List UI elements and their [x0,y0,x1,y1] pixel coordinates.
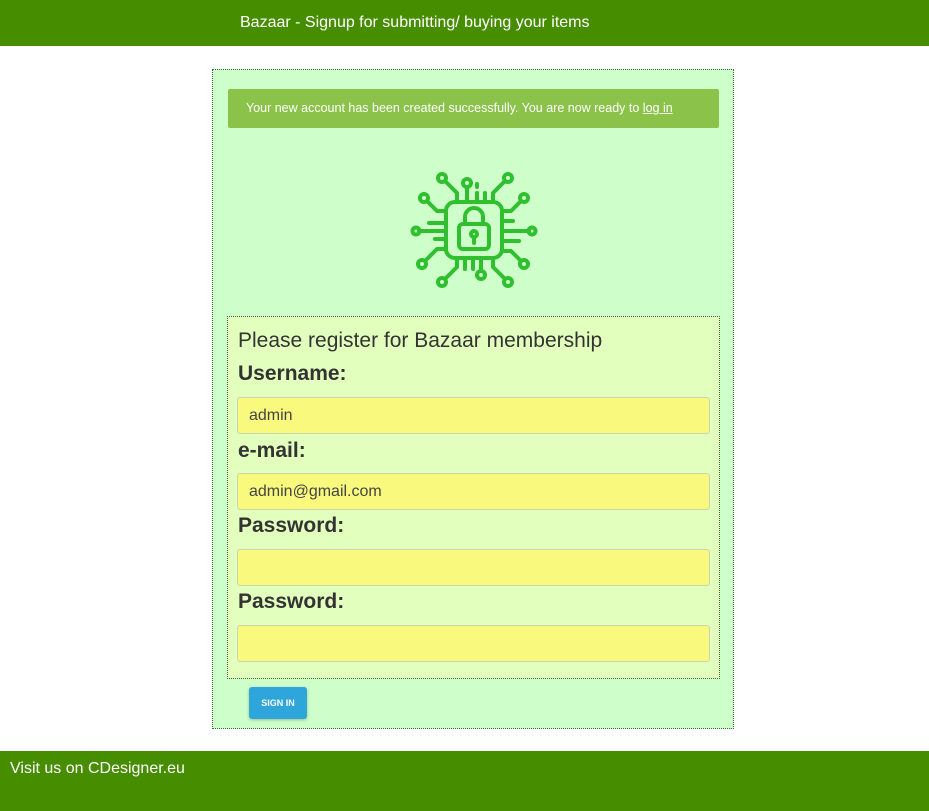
password-label: Password: [238,514,345,537]
page-title: Bazaar - Signup for submitting/ buying y… [240,14,590,31]
username-label: Username: [238,362,347,385]
email-input[interactable] [237,473,710,510]
password-confirm-input[interactable] [237,625,710,662]
circuit-lock-icon [410,172,538,288]
registration-form: Please register for Bazaar membership Us… [227,316,720,679]
signup-panel: Your new account has been created succes… [212,69,734,729]
password-input[interactable] [237,549,710,586]
email-label: e-mail: [238,439,306,462]
footer-link[interactable]: Visit us on CDesigner.eu [10,759,185,779]
sign-in-button[interactable]: SIGN IN [249,687,307,719]
password-confirm-label: Password: [238,590,345,613]
form-title: Please register for Bazaar membership [238,329,603,352]
username-input[interactable] [237,397,710,434]
top-header-bar: Bazaar - Signup for submitting/ buying y… [0,0,929,46]
success-alert: Your new account has been created succes… [228,89,719,128]
footer-bar: Visit us on CDesigner.eu [0,751,929,811]
login-link[interactable]: log in [643,101,673,115]
alert-message: Your new account has been created succes… [246,101,643,115]
